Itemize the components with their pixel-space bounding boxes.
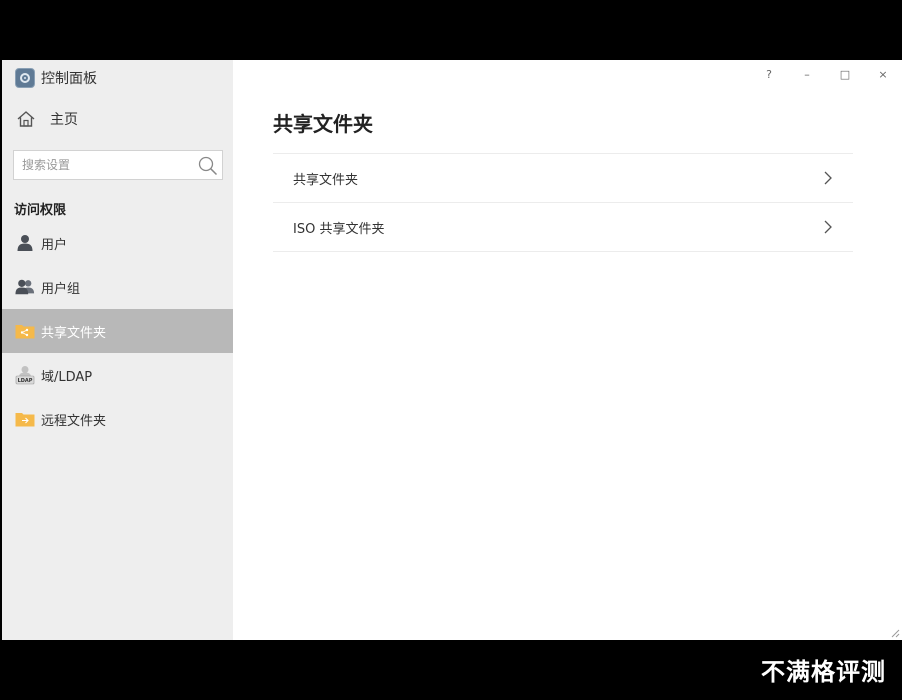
list-item-label: 共享文件夹 [293, 172, 359, 188]
help-button[interactable]: ? [750, 64, 788, 84]
close-button[interactable]: × [864, 64, 902, 84]
search-input[interactable] [14, 151, 194, 179]
section-title-access: 访问权限 [14, 203, 67, 218]
chevron-right-icon [824, 220, 832, 234]
sidebar-item-ldap[interactable]: LDAP 域/LDAP [2, 353, 233, 397]
chevron-right-icon [824, 171, 832, 185]
home-link[interactable]: 主页 [16, 106, 78, 132]
settings-list: 共享文件夹 ISO 共享文件夹 [273, 153, 853, 252]
app-title-bar: 控制面板 [15, 67, 97, 89]
window-controls: ? – □ × [750, 64, 902, 84]
shared-folder-icon [15, 321, 35, 341]
sidebar-item-remote-folders[interactable]: 远程文件夹 [2, 397, 233, 441]
sidebar-item-label: 用户组 [41, 281, 81, 297]
resize-grip-icon[interactable] [890, 628, 900, 638]
app-title: 控制面板 [41, 71, 97, 87]
minimize-button[interactable]: – [788, 64, 826, 84]
main-pane: ? – □ × 共享文件夹 共享文件夹 ISO 共享文件夹 [233, 60, 902, 640]
search-icon[interactable] [197, 155, 219, 177]
sidebar-item-label: 用户 [41, 237, 68, 253]
page-title: 共享文件夹 [273, 112, 373, 136]
watermark-text: 不满格评测 [761, 658, 886, 686]
sidebar-item-users[interactable]: 用户 [2, 221, 233, 265]
sidebar-item-label: 共享文件夹 [41, 325, 107, 341]
search-box [13, 150, 223, 180]
sidebar-item-label: 远程文件夹 [41, 413, 107, 429]
sidebar-item-user-groups[interactable]: 用户组 [2, 265, 233, 309]
home-label: 主页 [50, 112, 78, 128]
control-panel-icon [15, 68, 35, 88]
user-group-icon [15, 277, 35, 297]
remote-folder-icon [15, 409, 35, 429]
sidebar-item-shared-folders[interactable]: 共享文件夹 [2, 309, 233, 353]
sidebar: 控制面板 主页 访问权限 用户 [2, 60, 233, 640]
list-item-label: ISO 共享文件夹 [293, 221, 385, 237]
ldap-icon: LDAP [15, 365, 35, 385]
list-item-iso-shared-folders[interactable]: ISO 共享文件夹 [273, 203, 853, 252]
sidebar-item-label: 域/LDAP [41, 369, 93, 385]
user-icon [15, 233, 35, 253]
list-item-shared-folders[interactable]: 共享文件夹 [273, 154, 853, 203]
svg-text:LDAP: LDAP [18, 378, 33, 384]
maximize-button[interactable]: □ [826, 64, 864, 84]
control-panel-window: 控制面板 主页 访问权限 用户 [2, 60, 902, 640]
home-icon [17, 111, 35, 127]
